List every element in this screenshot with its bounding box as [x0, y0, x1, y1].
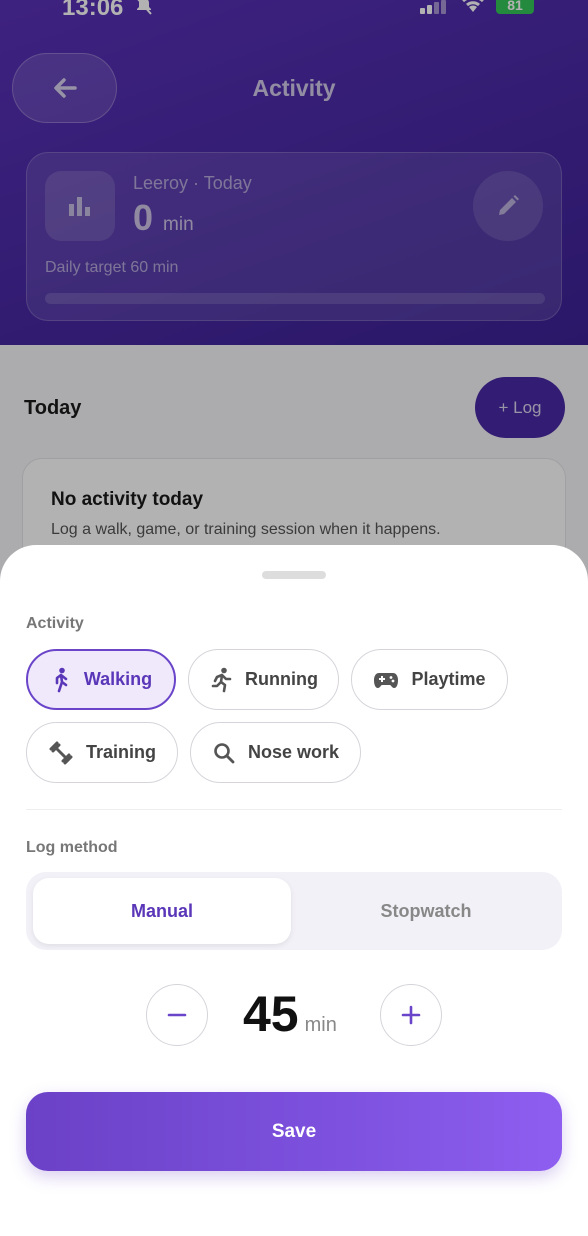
activity-chip-training[interactable]: Training — [26, 722, 178, 783]
activity-chip-label: Playtime — [411, 669, 486, 689]
activity-chip-playtime[interactable]: Playtime — [351, 649, 508, 710]
walking-icon — [55, 667, 68, 692]
log-method-toggle: Manual Stopwatch — [26, 872, 562, 950]
minus-icon — [167, 1013, 187, 1017]
log-method-label: Log method — [26, 839, 118, 856]
section-divider — [26, 809, 562, 810]
activity-section-label: Activity — [26, 615, 84, 632]
activity-chip-label: Training — [85, 742, 156, 762]
duration-display: 45 min — [243, 985, 337, 1043]
plus-icon — [401, 1005, 421, 1025]
activity-chip-nose-work[interactable]: Nose work — [190, 722, 361, 783]
search-icon — [214, 742, 235, 763]
running-icon — [211, 667, 232, 692]
sheet-drag-handle[interactable] — [262, 571, 326, 579]
dumbbell-icon — [49, 741, 73, 764]
save-button[interactable]: Save — [26, 1092, 562, 1171]
activity-chip-label: Nose work — [247, 742, 340, 762]
gamepad-icon — [374, 672, 399, 688]
method-manual-tab[interactable]: Manual — [33, 878, 291, 944]
duration-value: 45 — [243, 986, 299, 1042]
decrement-button[interactable] — [146, 984, 208, 1046]
increment-button[interactable] — [380, 984, 442, 1046]
method-stopwatch-tab[interactable]: Stopwatch — [297, 878, 555, 944]
log-activity-sheet: Activity Walking Running Playtime Traini… — [0, 545, 588, 1236]
activity-chip-walking[interactable]: Walking — [26, 649, 176, 710]
activity-chip-label: Running — [245, 669, 318, 689]
duration-unit: min — [304, 1014, 337, 1036]
activity-chip-running[interactable]: Running — [188, 649, 339, 710]
activity-chip-label: Walking — [83, 669, 153, 689]
